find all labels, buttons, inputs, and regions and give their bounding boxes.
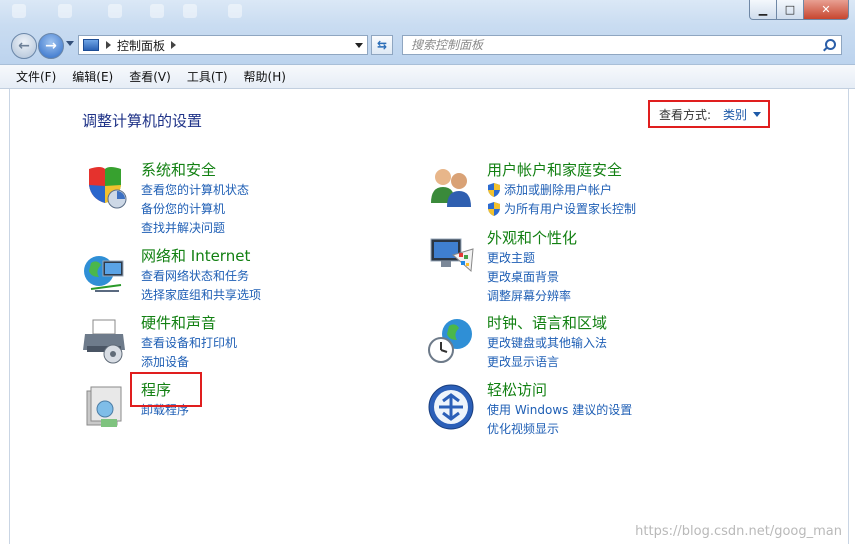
- breadcrumb-separator-icon[interactable]: [106, 41, 111, 49]
- view-by-value[interactable]: 类别: [723, 106, 747, 123]
- network-globe-icon: [84, 256, 124, 292]
- view-by-label: 查看方式:: [659, 107, 712, 122]
- page-title: 调整计算机的设置: [82, 112, 203, 130]
- link-backup-computer[interactable]: 备份您的计算机: [141, 199, 249, 218]
- clock-globe-icon: [428, 319, 472, 363]
- quick-launch-icon: [12, 4, 26, 18]
- highlight-box: [130, 372, 202, 407]
- window-title-bar: ▁ □ ✕ ← → 控制面板 ⇆: [0, 0, 855, 65]
- users-icon: [431, 169, 471, 207]
- link-screen-resolution[interactable]: 调整屏幕分辨率: [487, 286, 571, 305]
- menu-tools[interactable]: 工具(T): [179, 68, 236, 85]
- watermark: https://blog.csdn.net/goog_man: [635, 524, 842, 539]
- link-display-language[interactable]: 更改显示语言: [487, 352, 607, 371]
- category-title[interactable]: 网络和 Internet: [141, 245, 250, 266]
- link-parental-controls[interactable]: 为所有用户设置家长控制: [487, 199, 636, 218]
- category-title[interactable]: 用户帐户和家庭安全: [487, 159, 622, 180]
- menu-view[interactable]: 查看(V): [121, 68, 179, 85]
- breadcrumb-separator-icon[interactable]: [171, 41, 177, 49]
- link-devices-printers[interactable]: 查看设备和打印机: [141, 333, 237, 352]
- close-button[interactable]: ✕: [804, 0, 849, 20]
- link-label[interactable]: 为所有用户设置家长控制: [504, 200, 636, 217]
- category-title[interactable]: 轻松访问: [487, 379, 547, 400]
- search-input[interactable]: [411, 38, 821, 52]
- ease-of-access-icon: [428, 384, 474, 430]
- link-add-device[interactable]: 添加设备: [141, 352, 237, 371]
- link-keyboard-input[interactable]: 更改键盘或其他输入法: [487, 333, 607, 352]
- address-dropdown-icon[interactable]: [355, 43, 363, 48]
- menu-edit[interactable]: 编辑(E): [64, 68, 121, 85]
- link-network-status[interactable]: 查看网络状态和任务: [141, 266, 261, 285]
- maximize-button[interactable]: □: [777, 0, 804, 20]
- uac-shield-icon: [488, 201, 500, 216]
- arrow-left-icon: ←: [18, 38, 30, 54]
- link-desktop-background[interactable]: 更改桌面背景: [487, 267, 571, 286]
- quick-launch-icon: [228, 4, 242, 18]
- minimize-button[interactable]: ▁: [749, 0, 777, 20]
- link-change-theme[interactable]: 更改主题: [487, 248, 571, 267]
- chevron-down-icon[interactable]: [753, 111, 762, 117]
- quick-launch-icon: [150, 4, 164, 18]
- view-by-selector[interactable]: 查看方式: 类别: [648, 100, 770, 128]
- menu-help[interactable]: 帮助(H): [236, 68, 294, 85]
- quick-launch-icon: [58, 4, 72, 18]
- arrow-right-icon: →: [45, 38, 57, 54]
- link-troubleshoot[interactable]: 查找并解决问题: [141, 218, 249, 237]
- link-homegroup-sharing[interactable]: 选择家庭组和共享选项: [141, 285, 261, 304]
- quick-launch-icon: [108, 4, 122, 18]
- control-panel-content: 调整计算机的设置 查看方式: 类别 系统和安全 查看您的计算机状态 备份您的计算…: [9, 89, 849, 544]
- refresh-button[interactable]: ⇆: [371, 35, 393, 55]
- programs-icon: [86, 386, 122, 427]
- window-controls: ▁ □ ✕: [749, 0, 849, 20]
- breadcrumb-control-panel[interactable]: 控制面板: [117, 37, 165, 54]
- category-title[interactable]: 时钟、语言和区域: [487, 312, 607, 333]
- link-optimize-visual-display[interactable]: 优化视频显示: [487, 419, 632, 438]
- link-add-remove-accounts[interactable]: 添加或删除用户帐户: [487, 180, 636, 199]
- menu-file[interactable]: 文件(F): [0, 68, 64, 85]
- link-view-computer-status[interactable]: 查看您的计算机状态: [141, 180, 249, 199]
- recent-pages-dropdown[interactable]: [66, 41, 74, 46]
- monitor-palette-icon: [430, 238, 474, 273]
- category-title[interactable]: 系统和安全: [141, 159, 216, 180]
- link-label[interactable]: 添加或删除用户帐户: [504, 181, 612, 198]
- back-button[interactable]: ←: [11, 33, 37, 59]
- category-title[interactable]: 外观和个性化: [487, 227, 577, 248]
- shield-icon: [89, 167, 127, 209]
- search-box[interactable]: [402, 35, 842, 55]
- menu-bar: 文件(F) 编辑(E) 查看(V) 工具(T) 帮助(H): [0, 65, 855, 89]
- search-icon[interactable]: [821, 37, 837, 53]
- link-windows-recommended-settings[interactable]: 使用 Windows 建议的设置: [487, 400, 632, 419]
- quick-launch-icon: [183, 4, 197, 18]
- address-bar[interactable]: 控制面板: [78, 35, 368, 55]
- uac-shield-icon: [488, 182, 500, 197]
- forward-button[interactable]: →: [38, 33, 64, 59]
- category-title[interactable]: 硬件和声音: [141, 312, 216, 333]
- control-panel-icon: [83, 39, 99, 51]
- printer-icon: [83, 319, 125, 364]
- refresh-icon: ⇆: [376, 38, 388, 52]
